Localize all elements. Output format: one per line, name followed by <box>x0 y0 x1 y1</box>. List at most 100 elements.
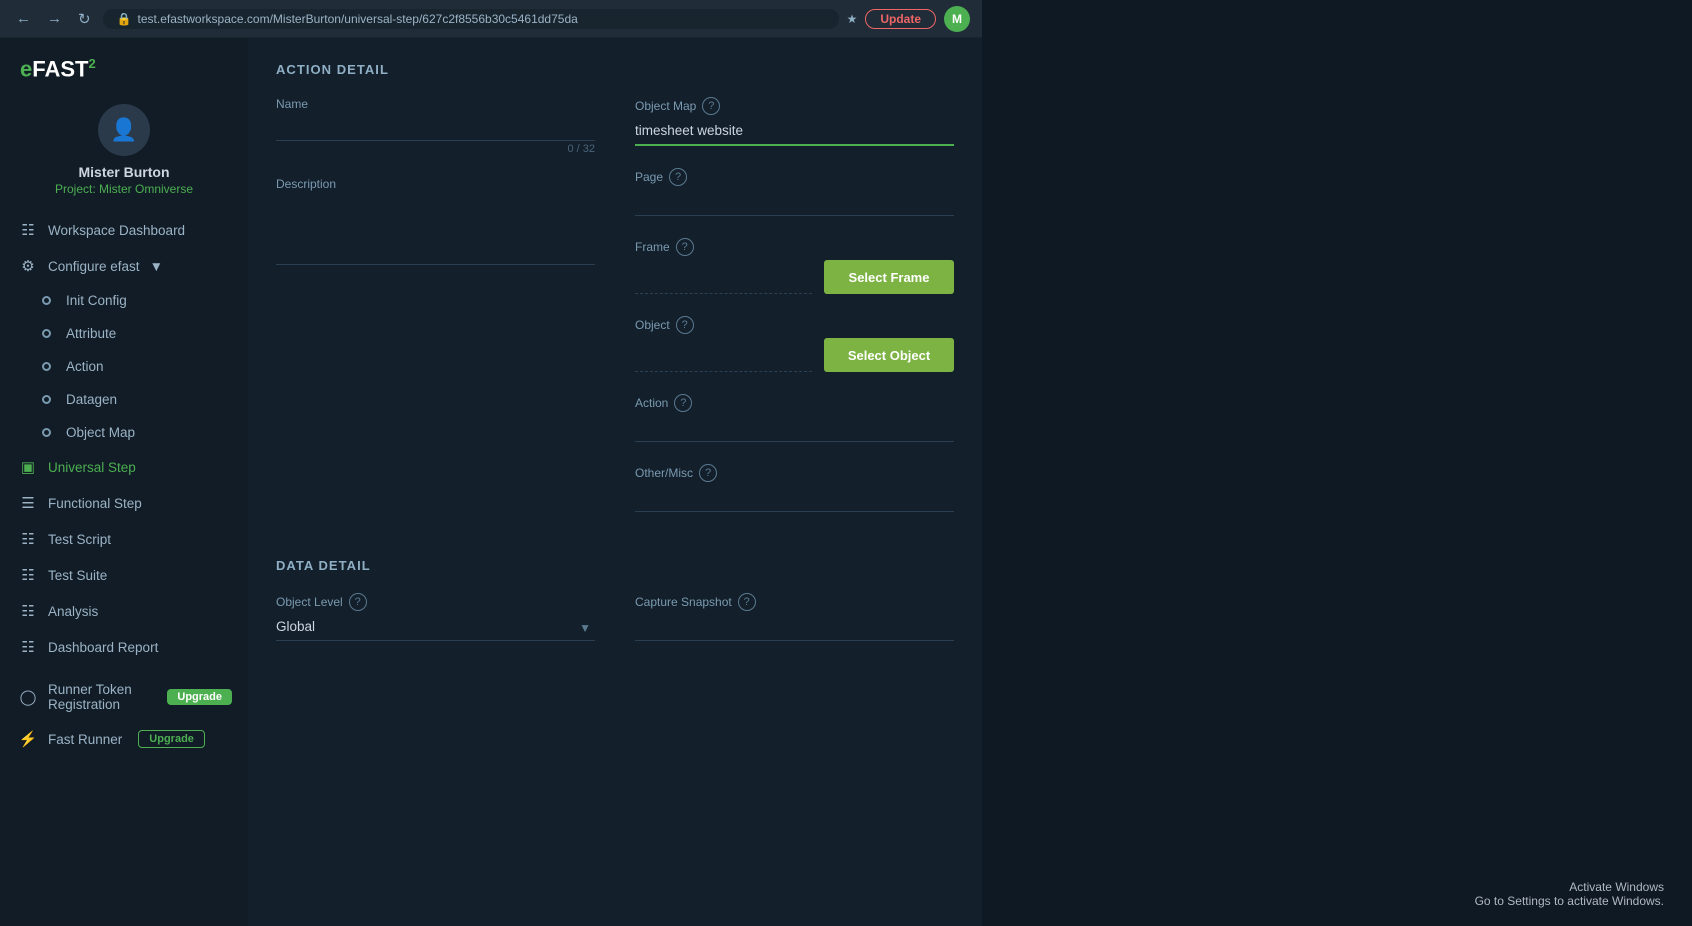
sidebar-item-configure-efast[interactable]: ⚙ Configure efast ▼ <box>0 248 248 284</box>
sidebar-label: Test Script <box>48 532 111 547</box>
chevron-down-icon: ▼ <box>150 259 163 274</box>
checkbox-icon: ▣ <box>18 458 38 476</box>
action-detail-right: Object Map ? Page ? <box>635 97 954 534</box>
sidebar-label: Attribute <box>66 326 116 341</box>
sidebar-label: Action <box>66 359 104 374</box>
activate-line2: Go to Settings to activate Windows. <box>1475 894 1664 908</box>
frame-help-icon[interactable]: ? <box>676 238 694 256</box>
sidebar-item-universal-step[interactable]: ▣ Universal Step <box>0 449 248 485</box>
other-misc-input[interactable] <box>635 486 954 512</box>
action-help-icon[interactable]: ? <box>674 394 692 412</box>
page-help-icon[interactable]: ? <box>669 168 687 186</box>
dashboard-icon: ☷ <box>18 638 38 656</box>
runner-token-upgrade-btn[interactable]: Upgrade <box>167 689 232 705</box>
circle-icon <box>36 362 56 371</box>
action-detail-left: Name 0 / 32 Description <box>276 97 595 534</box>
sidebar-label: Analysis <box>48 604 98 619</box>
fast-runner-label: Fast Runner <box>48 732 122 747</box>
circle-icon <box>36 296 56 305</box>
name-input[interactable] <box>276 115 595 141</box>
sidebar-label: Functional Step <box>48 496 142 511</box>
data-detail-grid: Object Level ? Global Local Session ▼ <box>276 593 954 663</box>
back-btn[interactable]: ← <box>12 10 35 27</box>
lines-icon: ☰ <box>18 494 38 512</box>
sidebar-item-runner-token[interactable]: ◯ Runner Token Registration Upgrade <box>0 673 248 721</box>
forward-btn[interactable]: → <box>43 10 66 27</box>
sidebar-item-object-map[interactable]: Object Map <box>0 416 248 449</box>
select-object-button[interactable]: Select Object <box>824 338 954 372</box>
object-input[interactable] <box>635 346 812 372</box>
sidebar-item-workspace-dashboard[interactable]: ☷ Workspace Dashboard <box>0 212 248 248</box>
description-input[interactable] <box>276 195 595 265</box>
sidebar-item-action[interactable]: Action <box>0 350 248 383</box>
update-button[interactable]: Update <box>865 9 936 29</box>
description-field-group: Description <box>276 177 595 270</box>
frame-label: Frame ? <box>635 238 954 256</box>
circle-icon <box>36 329 56 338</box>
main-content: ACTION DETAIL Name 0 / 32 <box>248 38 982 926</box>
avatar: 👤 <box>98 104 150 156</box>
logo: eFAST2 <box>0 38 248 92</box>
sidebar-label: Dashboard Report <box>48 640 158 655</box>
fast-runner-icon: ⚡ <box>18 730 38 748</box>
action-input[interactable] <box>635 416 954 442</box>
sidebar-item-datagen[interactable]: Datagen <box>0 383 248 416</box>
sidebar-item-functional-step[interactable]: ☰ Functional Step <box>0 485 248 521</box>
bookmark-icon[interactable]: ★ <box>847 12 858 26</box>
object-map-input[interactable] <box>635 119 954 146</box>
sidebar-item-test-script[interactable]: ☷ Test Script <box>0 521 248 557</box>
grid-icon: ☷ <box>18 221 38 239</box>
windows-activate: Activate Windows Go to Settings to activ… <box>1475 880 1664 908</box>
object-row: Select Object <box>635 338 954 372</box>
sidebar-item-dashboard-report[interactable]: ☷ Dashboard Report <box>0 629 248 665</box>
data-detail-section: DATA DETAIL Object Level ? Global Local <box>276 558 954 663</box>
other-misc-help-icon[interactable]: ? <box>699 464 717 482</box>
url-bar[interactable]: 🔒 test.efastworkspace.com/MisterBurton/u… <box>103 9 839 29</box>
sidebar-label: Datagen <box>66 392 117 407</box>
user-name: Mister Burton <box>79 164 170 180</box>
sidebar: eFAST2 👤 Mister Burton Project: Mister O… <box>0 38 248 926</box>
page-field-group: Page ? <box>635 168 954 216</box>
sidebar-item-fast-runner[interactable]: ⚡ Fast Runner Upgrade <box>0 721 248 757</box>
sidebar-label: Universal Step <box>48 460 136 475</box>
circle-icon <box>36 428 56 437</box>
data-detail-title: DATA DETAIL <box>276 558 954 573</box>
sidebar-label: Init Config <box>66 293 127 308</box>
browser-right: ★ Update M <box>847 6 970 32</box>
select-frame-button[interactable]: Select Frame <box>824 260 954 294</box>
frame-field-group: Frame ? Select Frame <box>635 238 954 294</box>
frame-input[interactable] <box>635 268 812 294</box>
sidebar-item-attribute[interactable]: Attribute <box>0 317 248 350</box>
frame-row: Select Frame <box>635 260 954 294</box>
object-map-help-icon[interactable]: ? <box>702 97 720 115</box>
sidebar-nav: ☷ Workspace Dashboard ⚙ Configure efast … <box>0 212 248 765</box>
capture-snapshot-field-group: Capture Snapshot ? <box>635 593 954 641</box>
sidebar-item-init-config[interactable]: Init Config <box>0 284 248 317</box>
list2-icon: ☷ <box>18 566 38 584</box>
name-label: Name <box>276 97 595 111</box>
other-misc-label: Other/Misc ? <box>635 464 954 482</box>
sidebar-footer: ◯ Runner Token Registration Upgrade ⚡ Fa… <box>0 665 248 765</box>
object-level-help-icon[interactable]: ? <box>349 593 367 611</box>
page-label: Page ? <box>635 168 954 186</box>
object-help-icon[interactable]: ? <box>676 316 694 334</box>
object-field-group: Object ? Select Object <box>635 316 954 372</box>
sidebar-label: Configure efast <box>48 259 140 274</box>
sidebar-item-analysis[interactable]: ☷ Analysis <box>0 593 248 629</box>
user-avatar-small[interactable]: M <box>944 6 970 32</box>
sidebar-item-test-suite[interactable]: ☷ Test Suite <box>0 557 248 593</box>
capture-snapshot-label: Capture Snapshot ? <box>635 593 954 611</box>
capture-snapshot-input[interactable] <box>635 615 954 641</box>
gear-icon: ⚙ <box>18 257 38 275</box>
capture-snapshot-help-icon[interactable]: ? <box>738 593 756 611</box>
sidebar-label: Object Map <box>66 425 135 440</box>
object-level-select[interactable]: Global Local Session <box>276 615 595 641</box>
chart-icon: ☷ <box>18 602 38 620</box>
refresh-btn[interactable]: ↻ <box>74 10 95 28</box>
fast-runner-upgrade-btn[interactable]: Upgrade <box>138 730 205 748</box>
sidebar-label: Test Suite <box>48 568 107 583</box>
circle-icon <box>36 395 56 404</box>
project-name: Project: Mister Omniverse <box>55 182 193 196</box>
action-detail-title: ACTION DETAIL <box>276 62 954 77</box>
page-input[interactable] <box>635 190 954 216</box>
